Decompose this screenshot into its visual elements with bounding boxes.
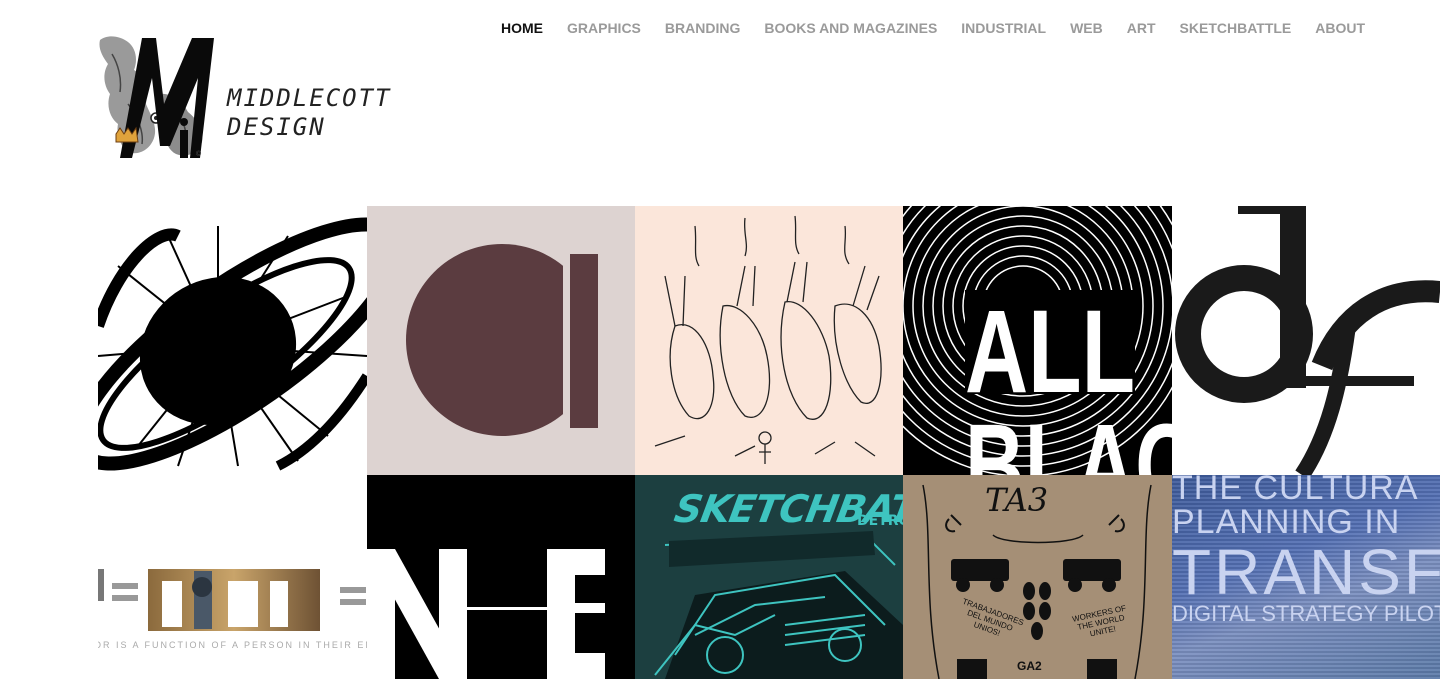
ne-lettering-icon bbox=[367, 549, 605, 679]
tile-cultural-line-3: TRANSFO bbox=[1172, 536, 1440, 608]
nav-branding[interactable]: BRANDING bbox=[665, 19, 740, 37]
logo-monogram-icon: © bbox=[99, 36, 214, 158]
portfolio-tile-cultural-planning[interactable]: THE CULTURA PLANNING IN TRANSFO DIGITAL … bbox=[1172, 475, 1440, 679]
nav-graphics[interactable]: GRAPHICS bbox=[567, 19, 641, 37]
eclipse-artwork-icon bbox=[98, 217, 367, 471]
tile-sketchbattle-sub: DETRO bbox=[857, 513, 903, 529]
portfolio-tile-sketch[interactable] bbox=[635, 206, 903, 475]
tile-all-text: ALL bbox=[965, 286, 1135, 418]
nav-art[interactable]: ART bbox=[1127, 19, 1156, 37]
site-logo[interactable]: © MIDDLECOTT DESIGN bbox=[98, 34, 418, 164]
circle-bar-logo-icon bbox=[406, 244, 598, 436]
nav-about[interactable]: ABOUT bbox=[1315, 19, 1365, 37]
portfolio-tile-all-black[interactable]: ALL BLAC bbox=[903, 206, 1172, 475]
tile-ta3-bottom: GA2 bbox=[1017, 659, 1042, 673]
sketch-illustration-icon bbox=[654, 215, 882, 464]
portfolio-tile-sketchbattle[interactable]: SKETCHBATT DETRO bbox=[635, 475, 903, 679]
nav-sketchbattle[interactable]: SKETCHBATTLE bbox=[1180, 19, 1292, 37]
portfolio-tile-formula[interactable]: OR IS A FUNCTION OF A PERSON IN THEIR EN… bbox=[98, 475, 367, 679]
svg-text:©: © bbox=[196, 150, 202, 158]
vinyl-record-icon: ALL BLAC bbox=[903, 206, 1172, 475]
nav-home[interactable]: HOME bbox=[501, 19, 543, 37]
nav-books-and-magazines[interactable]: BOOKS AND MAGAZINES bbox=[764, 19, 937, 37]
tile-ta3-title: TA3 bbox=[985, 481, 1049, 519]
nav-industrial[interactable]: INDUSTRIAL bbox=[961, 19, 1046, 37]
portfolio-tile-ne[interactable] bbox=[367, 475, 635, 679]
logo-line-1: MIDDLECOTT bbox=[227, 84, 392, 112]
logo-wordmark: MIDDLECOTT DESIGN bbox=[227, 84, 392, 142]
logo-line-2: DESIGN bbox=[227, 113, 326, 141]
portfolio-grid: ALL BLAC R IS A FUNCTION OF A PERSON IN … bbox=[98, 206, 1440, 679]
tile-formula-caption: OR IS A FUNCTION OF A PERSON IN THEIR EN… bbox=[98, 640, 367, 650]
df-monogram-icon bbox=[1175, 206, 1440, 475]
portfolio-tile-df[interactable] bbox=[1172, 206, 1440, 475]
portfolio-tile-eclipse[interactable] bbox=[98, 206, 367, 475]
portfolio-tile-ta3[interactable]: TA3 TRABAJADORES DEL MUNDO UNIOS! WORKER… bbox=[903, 475, 1172, 679]
tile-cultural-line-4: DIGITAL STRATEGY PILOT bbox=[1172, 601, 1440, 626]
main-nav: HOME GRAPHICS BRANDING BOOKS AND MAGAZIN… bbox=[501, 19, 1365, 37]
portfolio-tile-circle-logo[interactable] bbox=[367, 206, 635, 475]
nav-web[interactable]: WEB bbox=[1070, 19, 1103, 37]
tile-blac-text: BLAC bbox=[965, 400, 1172, 475]
